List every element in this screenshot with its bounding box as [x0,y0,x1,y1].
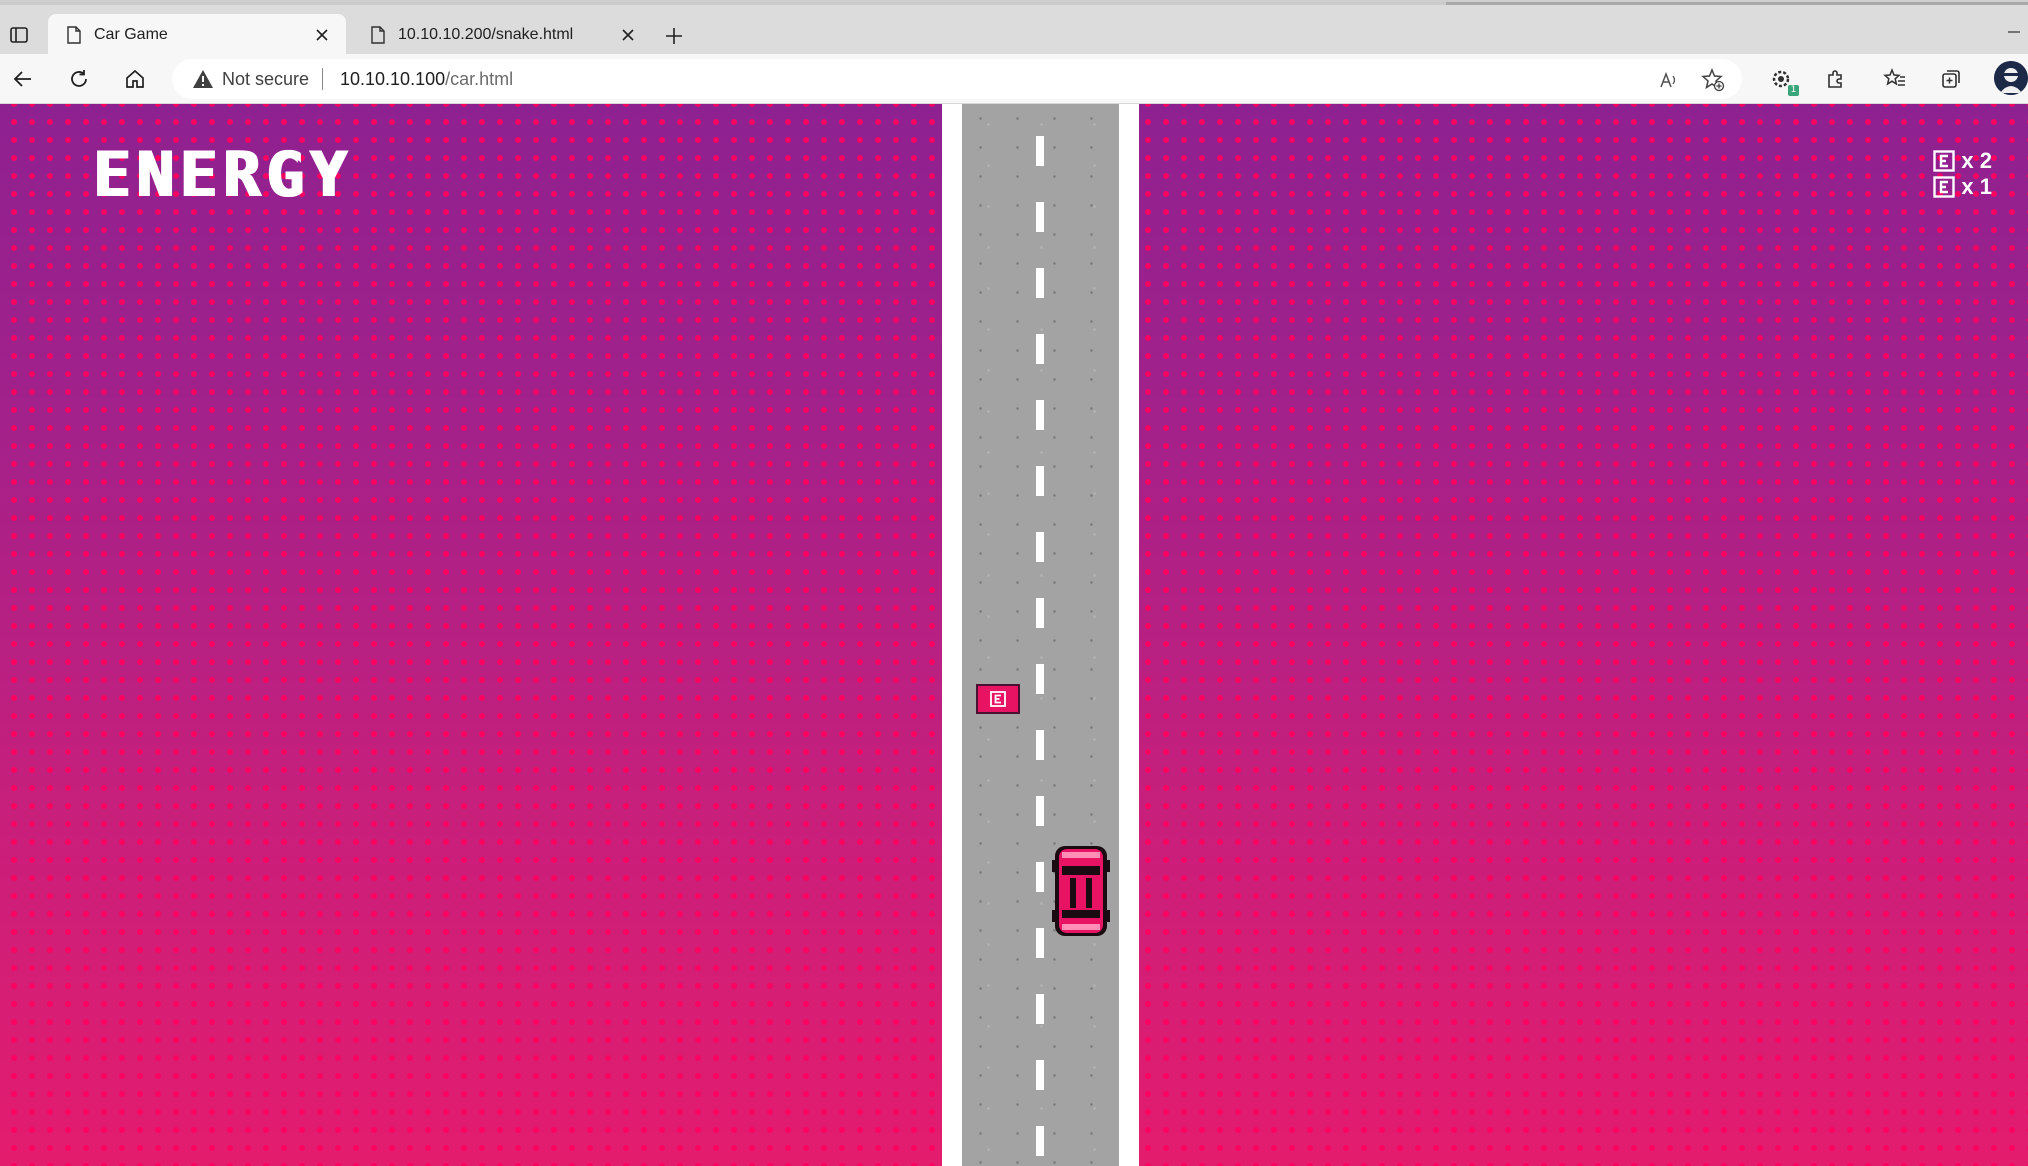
plus-icon [666,28,682,44]
reload-icon [71,70,87,87]
page-icon [67,26,81,44]
lane-dash [1036,598,1044,628]
address-separator [322,68,323,90]
energy-icon [1933,150,1956,172]
minimize-window-button[interactable] [2004,22,2024,42]
url-path: /car.html [445,69,514,89]
energy-icon [1933,176,1956,198]
reload-button[interactable] [64,64,94,94]
lane-dash [1036,796,1044,826]
back-button[interactable] [8,64,38,94]
energy-counter: x 2 [1933,148,1992,174]
energy-counters: x 2 x 1 [1933,148,1992,200]
lane-dash [1036,1060,1044,1090]
add-favorite-icon [1701,68,1725,92]
home-button[interactable] [120,64,150,94]
energy-icon [990,691,1006,707]
tab-snake[interactable]: 10.10.10.200/snake.html [352,14,652,56]
lane-dash [1036,532,1044,562]
url-text[interactable]: 10.10.10.100/car.html [340,69,513,90]
collections-icon [1942,70,1960,88]
road-shoulder-left [942,104,962,1166]
lane-dash [1036,730,1044,760]
extensions-button[interactable] [1820,64,1850,94]
minimize-icon [2008,31,2020,33]
url-host: 10.10.10.100 [340,69,446,89]
browser-toolbar: Not secure 10.10.10.100/car.html 1 [0,54,2028,104]
page-icon [371,26,385,44]
tab-title: 10.10.10.200/snake.html [398,26,574,43]
address-bar[interactable]: Not secure 10.10.10.100/car.html [172,59,1742,99]
extension-status-button[interactable]: 1 [1766,64,1799,96]
game-canvas[interactable]: ENERGY x 2 x 1 [0,104,2028,1166]
warning-icon [193,70,213,88]
read-aloud-button[interactable] [1656,67,1682,93]
tab-actions-button[interactable] [4,20,34,50]
lane-dash [1036,994,1044,1024]
energy-count: x 2 [1961,148,1992,173]
back-arrow-icon [13,71,31,87]
tab-car-game[interactable]: Car Game [48,14,346,56]
home-icon [126,69,144,88]
tab-actions-icon [10,27,28,43]
lane-dash [1036,202,1044,232]
collections-button[interactable] [1936,64,1966,94]
road-shoulder-right [1119,104,1139,1166]
close-tab-icon[interactable] [312,25,332,45]
energy-counter: x 1 [1933,174,1992,200]
tab-bar: Car Game 10.10.10.200/snake.html [0,0,2028,56]
energy-pickup [976,684,1020,714]
lane-dash [1036,1126,1044,1156]
favorites-icon [1883,67,1905,86]
lane-dash [1036,136,1044,166]
lane-dash [1036,862,1044,892]
favorites-button[interactable] [1880,64,1910,94]
lane-dash [1036,664,1044,694]
tab-strip-decoration [0,2,2028,5]
energy-count: x 1 [1961,174,1992,199]
security-label[interactable]: Not secure [222,69,309,90]
player-car [1052,846,1110,936]
extensions-icon [1828,70,1842,88]
lane-dash [1036,466,1044,496]
extension-badge: 1 [1788,85,1799,96]
new-tab-button[interactable] [660,22,688,50]
read-aloud-icon [1660,71,1676,88]
lane-dash [1036,928,1044,958]
close-tab-icon[interactable] [618,25,638,45]
lane-dash [1036,334,1044,364]
profile-avatar[interactable] [1994,61,2028,95]
lane-dash [1036,268,1044,298]
lane-dash [1036,400,1044,430]
profile-avatar-icon [1994,61,2028,95]
add-favorite-button[interactable] [1700,67,1726,93]
tab-title: Car Game [94,26,168,43]
energy-title: ENERGY [92,138,352,211]
road [962,104,1119,1166]
